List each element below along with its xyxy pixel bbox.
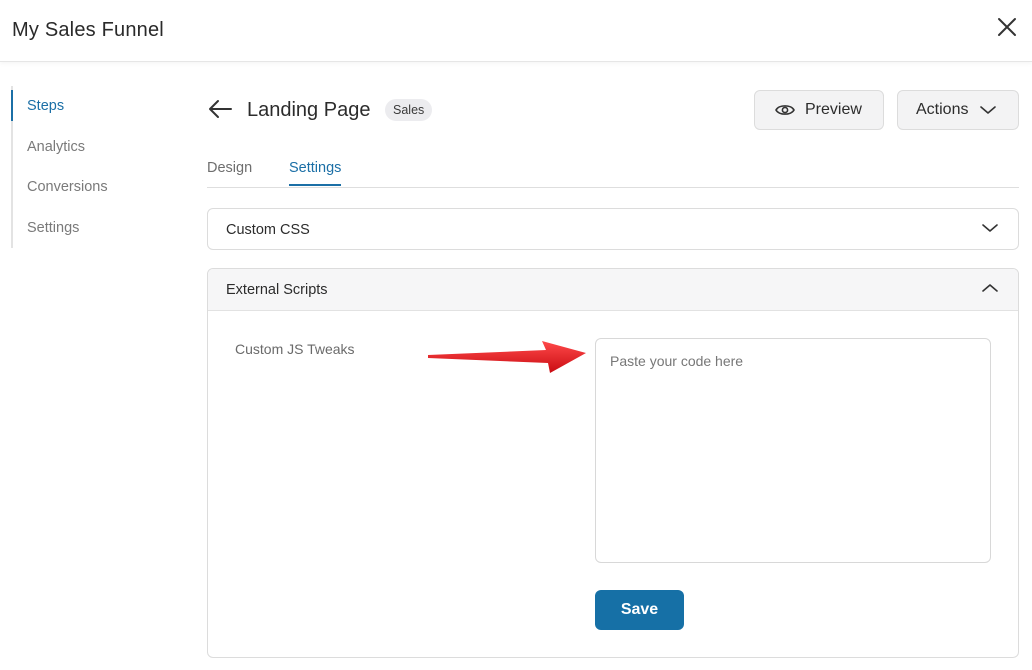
tab-design[interactable]: Design xyxy=(207,160,252,184)
custom-css-section: Custom CSS xyxy=(207,208,1019,250)
close-button[interactable] xyxy=(996,16,1018,38)
sidebar-nav: Steps Analytics Conversions Settings xyxy=(11,86,181,248)
chevron-down-icon xyxy=(980,106,997,114)
actions-button-label: Actions xyxy=(916,101,969,118)
status-badge: Sales xyxy=(385,99,433,121)
sidebar-item-analytics[interactable]: Analytics xyxy=(13,127,181,168)
app-title: My Sales Funnel xyxy=(12,19,164,41)
page-header: Landing Page Sales Preview Actions xyxy=(207,84,1019,134)
custom-js-label: Custom JS Tweaks xyxy=(235,341,355,357)
arrow-left-icon xyxy=(209,100,232,118)
annotation-arrow-icon xyxy=(428,341,586,373)
custom-css-title: Custom CSS xyxy=(226,222,310,238)
page-title: Landing Page xyxy=(247,99,371,121)
tab-bar: Design Settings xyxy=(207,134,1019,188)
preview-button-label: Preview xyxy=(805,101,862,118)
save-button[interactable]: Save xyxy=(595,590,684,630)
chevron-up-icon xyxy=(982,284,998,292)
eye-icon xyxy=(775,105,795,115)
sidebar-item-settings[interactable]: Settings xyxy=(13,208,181,249)
close-icon xyxy=(998,18,1016,36)
tab-settings[interactable]: Settings xyxy=(289,160,342,186)
custom-js-code-input[interactable] xyxy=(595,338,991,563)
sidebar-item-conversions[interactable]: Conversions xyxy=(13,167,181,208)
external-scripts-title: External Scripts xyxy=(226,281,328,298)
actions-button[interactable]: Actions xyxy=(897,90,1019,130)
sidebar-item-steps[interactable]: Steps xyxy=(11,86,181,127)
back-button[interactable] xyxy=(207,98,233,120)
preview-button[interactable]: Preview xyxy=(754,90,884,130)
external-scripts-section: External Scripts Custom JS Tweaks Save xyxy=(207,268,1019,658)
top-bar: My Sales Funnel xyxy=(0,0,1032,62)
chevron-down-icon xyxy=(982,224,998,232)
external-scripts-header[interactable]: External Scripts xyxy=(208,269,1018,311)
main-content: Landing Page Sales Preview Actions Desig… xyxy=(207,84,1019,658)
custom-css-header[interactable]: Custom CSS xyxy=(208,209,1018,251)
